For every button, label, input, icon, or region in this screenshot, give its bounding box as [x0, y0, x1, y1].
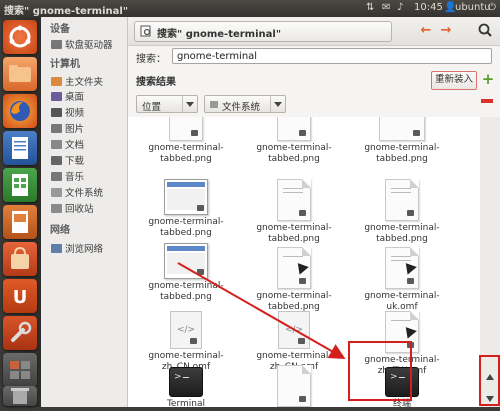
annotation-arrow [177, 262, 346, 359]
